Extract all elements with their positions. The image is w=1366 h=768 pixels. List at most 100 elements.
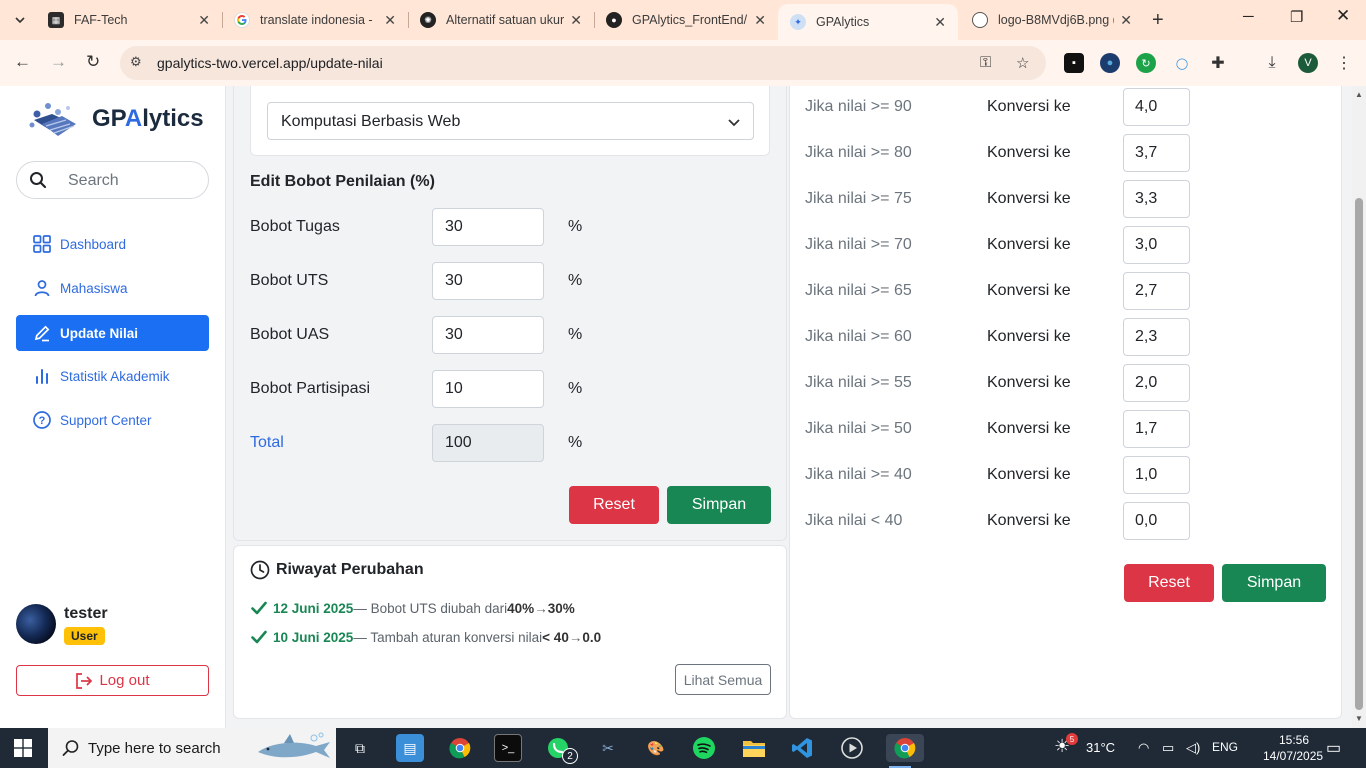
conversion-condition: Jika nilai >= 65 bbox=[805, 282, 912, 299]
media-player-icon[interactable] bbox=[838, 734, 866, 762]
browser-toolbar: ← → ↻ ⚙ gpalytics-two.vercel.app/update-… bbox=[0, 40, 1366, 86]
address-bar[interactable]: ⚙ gpalytics-two.vercel.app/update-nilai … bbox=[120, 46, 1046, 80]
task-view-icon[interactable]: ⧉ bbox=[346, 734, 374, 762]
snipping-tool-icon[interactable]: ✂ bbox=[594, 734, 622, 762]
more-menu-icon[interactable]: ⋮ bbox=[1334, 53, 1354, 73]
sidebar-item-mahasiswa[interactable]: Mahasiswa bbox=[16, 270, 209, 306]
url-text[interactable]: gpalytics-two.vercel.app/update-nilai bbox=[157, 55, 383, 71]
conversion-label: Konversi ke bbox=[987, 374, 1071, 391]
battery-icon[interactable]: ▭ bbox=[1162, 740, 1174, 756]
terminal-app-icon[interactable]: >_ bbox=[494, 734, 522, 762]
conversion-input[interactable]: 0,0 bbox=[1123, 502, 1190, 540]
close-window-icon[interactable]: ✕ bbox=[1336, 6, 1350, 26]
weight-reset-button[interactable]: Reset bbox=[569, 486, 659, 524]
weight-input-partisipasi[interactable]: 10 bbox=[432, 370, 544, 408]
conversion-input[interactable]: 2,7 bbox=[1123, 272, 1190, 310]
reload-icon[interactable]: ↻ bbox=[86, 52, 100, 72]
scrollbar-thumb[interactable] bbox=[1355, 198, 1363, 710]
conversion-condition: Jika nilai >= 75 bbox=[805, 190, 912, 207]
site-settings-icon[interactable]: ⚙ bbox=[130, 54, 142, 70]
extension-icon[interactable]: ▪ bbox=[1064, 53, 1084, 73]
minimize-icon[interactable]: ─ bbox=[1243, 8, 1254, 25]
windows-start-icon[interactable] bbox=[14, 739, 32, 757]
weight-label-total: Total bbox=[250, 434, 284, 451]
close-tab-icon[interactable]: ✕ bbox=[198, 12, 210, 29]
file-explorer-icon[interactable] bbox=[740, 734, 768, 762]
restore-icon[interactable]: ❐ bbox=[1290, 8, 1303, 26]
see-all-button[interactable]: Lihat Semua bbox=[675, 664, 771, 695]
close-tab-icon[interactable]: ✕ bbox=[570, 12, 582, 29]
new-tab-button[interactable]: + bbox=[1152, 9, 1164, 32]
browser-tab[interactable]: ✺ Alternatif satuan ukur ✕ bbox=[408, 4, 594, 36]
browser-tab[interactable]: ● GPAlytics_FrontEnd/P ✕ bbox=[594, 4, 778, 36]
tab-search-button[interactable] bbox=[8, 8, 32, 32]
paint-app-icon[interactable]: 🎨 bbox=[642, 734, 670, 762]
vscode-app-icon[interactable] bbox=[788, 734, 816, 762]
close-tab-icon[interactable]: ✕ bbox=[1120, 12, 1132, 29]
password-key-icon[interactable]: ⚿ bbox=[980, 54, 991, 71]
search-icon bbox=[30, 172, 47, 189]
pencil-icon bbox=[32, 323, 52, 343]
weight-save-button[interactable]: Simpan bbox=[667, 486, 771, 524]
browser-tab[interactable]: translate indonesia - ✕ bbox=[222, 4, 408, 36]
notification-center-icon[interactable]: ▭ bbox=[1326, 738, 1341, 758]
notepad-app-icon[interactable]: ▤ bbox=[396, 734, 424, 762]
percent-unit: % bbox=[568, 272, 583, 289]
conversion-save-button[interactable]: Simpan bbox=[1222, 564, 1326, 602]
search-input[interactable]: Search bbox=[16, 161, 209, 199]
bookmark-star-icon[interactable]: ☆ bbox=[1016, 54, 1029, 72]
language-indicator[interactable]: ENG bbox=[1212, 740, 1238, 754]
taskbar-search-input[interactable]: Type here to search bbox=[48, 728, 336, 768]
conversion-label: Konversi ke bbox=[987, 236, 1071, 253]
weight-input-uas[interactable]: 30 bbox=[432, 316, 544, 354]
sidebar-item-dashboard[interactable]: Dashboard bbox=[16, 226, 209, 262]
weight-section-title: Edit Bobot Penilaian (%) bbox=[250, 173, 435, 190]
browser-tab[interactable]: ▦ FAF-Tech ✕ bbox=[36, 4, 222, 36]
weather-icon[interactable]: ☀ 5 bbox=[1054, 733, 1078, 757]
conversion-input[interactable]: 3,3 bbox=[1123, 180, 1190, 218]
brand-name: GPAlytics bbox=[92, 105, 204, 132]
extension-icon[interactable]: ↻ bbox=[1136, 53, 1156, 73]
taskbar-clock[interactable]: 15:56 14/07/2025 bbox=[1263, 732, 1323, 764]
extension-icon[interactable]: ◯ bbox=[1172, 53, 1192, 73]
browser-tab[interactable]: logo-B8MVdj6B.png ( ✕ bbox=[960, 4, 1144, 36]
weather-alert-badge: 5 bbox=[1066, 733, 1078, 745]
conversion-input[interactable]: 2,3 bbox=[1123, 318, 1190, 356]
conversion-input[interactable]: 3,0 bbox=[1123, 226, 1190, 264]
close-tab-icon[interactable]: ✕ bbox=[934, 14, 946, 31]
close-tab-icon[interactable]: ✕ bbox=[384, 12, 396, 29]
conversion-label: Konversi ke bbox=[987, 190, 1071, 207]
forward-arrow-icon[interactable]: → bbox=[50, 52, 67, 72]
sidebar-item-support-center[interactable]: ? Support Center bbox=[16, 402, 209, 438]
weight-input-uts[interactable]: 30 bbox=[432, 262, 544, 300]
brand[interactable]: GPAlytics bbox=[28, 100, 204, 138]
chrome-app-icon[interactable] bbox=[446, 734, 474, 762]
whatsapp-app-icon[interactable]: 2 bbox=[544, 734, 578, 764]
puzzle-icon[interactable]: ✚ bbox=[1208, 53, 1228, 73]
sidebar-item-statistik-akademik[interactable]: Statistik Akademik bbox=[16, 358, 209, 394]
avatar[interactable] bbox=[16, 604, 56, 644]
spotify-app-icon[interactable] bbox=[690, 734, 718, 762]
scroll-down-arrow-icon[interactable]: ▼ bbox=[1355, 714, 1363, 723]
weight-input-tugas[interactable]: 30 bbox=[432, 208, 544, 246]
extension-icon[interactable]: ● bbox=[1100, 53, 1120, 73]
scroll-up-arrow-icon[interactable]: ▲ bbox=[1355, 90, 1363, 99]
conversion-input[interactable]: 2,0 bbox=[1123, 364, 1190, 402]
profile-avatar[interactable]: V bbox=[1298, 53, 1318, 73]
conversion-input[interactable]: 3,7 bbox=[1123, 134, 1190, 172]
page-scrollbar[interactable]: ▲ ▼ bbox=[1352, 86, 1366, 728]
chrome-app-icon-active[interactable] bbox=[886, 734, 924, 768]
sidebar-item-update-nilai[interactable]: Update Nilai bbox=[16, 315, 209, 351]
back-arrow-icon[interactable]: ← bbox=[14, 52, 31, 72]
conversion-input[interactable]: 1,0 bbox=[1123, 456, 1190, 494]
close-tab-icon[interactable]: ✕ bbox=[754, 12, 766, 29]
browser-tab-active[interactable]: ✦ GPAlytics ✕ bbox=[778, 4, 958, 40]
wifi-icon[interactable]: ◠ bbox=[1138, 740, 1149, 756]
temperature-text[interactable]: 31°C bbox=[1086, 740, 1115, 755]
conversion-input[interactable]: 1,7 bbox=[1123, 410, 1190, 448]
conversion-input[interactable]: 4,0 bbox=[1123, 88, 1190, 126]
logout-button[interactable]: Log out bbox=[16, 665, 209, 696]
conversion-reset-button[interactable]: Reset bbox=[1124, 564, 1214, 602]
download-icon[interactable]: ⤓ bbox=[1262, 53, 1282, 73]
volume-icon[interactable]: ◁) bbox=[1186, 740, 1200, 756]
